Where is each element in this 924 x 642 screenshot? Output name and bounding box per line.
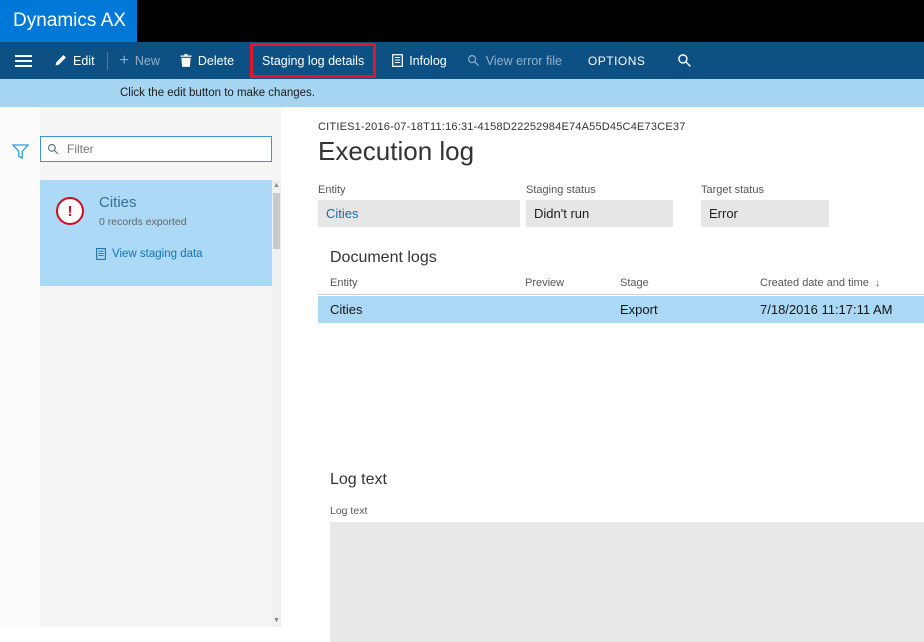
- edit-button-label: Edit: [73, 54, 95, 68]
- sidebar-scrollbar[interactable]: ▲ ▼: [272, 180, 281, 627]
- entity-card-title: Cities: [99, 194, 187, 211]
- cell-stage: Export: [620, 302, 760, 317]
- entity-field-value[interactable]: Cities: [318, 200, 520, 227]
- options-button-label: OPTIONS: [588, 54, 646, 68]
- entity-card-meta: Cities 0 records exported: [99, 194, 187, 228]
- action-bar: Edit + New Delete Staging log details In…: [0, 42, 924, 79]
- funnel-icon: [12, 147, 29, 162]
- log-text-section-title: Log text: [318, 471, 924, 489]
- document-log-row[interactable]: Cities Export 7/18/2016 11:17:11 AM: [318, 296, 924, 323]
- filter-box: [40, 136, 272, 162]
- target-status-value: Error: [701, 200, 829, 227]
- infolog-button[interactable]: Infolog: [382, 42, 457, 79]
- error-icon: !: [56, 197, 84, 225]
- filter-rail: [0, 107, 40, 627]
- column-header-created-label: Created date and time: [760, 277, 869, 289]
- target-status-label: Target status: [701, 184, 829, 196]
- sidebar-gap: [281, 107, 300, 627]
- sort-descending-icon: ↓: [875, 278, 880, 289]
- new-button-label: New: [135, 54, 160, 68]
- error-file-magnifier-icon: [467, 54, 480, 67]
- trash-icon: [180, 54, 192, 67]
- edit-button[interactable]: Edit: [44, 42, 105, 79]
- dynamics-ax-window: Dynamics AX Edit + New Delete Staging lo…: [0, 0, 924, 627]
- entity-card-subtitle: 0 records exported: [99, 216, 187, 228]
- entity-card-top: ! Cities 0 records exported: [56, 194, 262, 228]
- view-error-file-label: View error file: [486, 54, 562, 68]
- view-error-file-button: View error file: [457, 42, 572, 79]
- log-text-section: Log text Log text: [318, 471, 924, 642]
- notification-text: Click the edit button to make changes.: [120, 87, 315, 99]
- scroll-down-icon[interactable]: ▼: [272, 615, 281, 627]
- column-header-stage[interactable]: Stage: [620, 277, 760, 289]
- status-fields: Entity Cities Staging status Didn't run …: [318, 184, 924, 227]
- main-panel: CITIES1-2016-07-18T11:16:31-4158D2225298…: [300, 107, 924, 627]
- staging-data-document-icon: [96, 248, 106, 260]
- staging-status-label: Staging status: [526, 184, 673, 196]
- scrollbar-thumb[interactable]: [273, 193, 280, 249]
- entity-field-label: Entity: [318, 184, 520, 196]
- delete-button[interactable]: Delete: [170, 42, 244, 79]
- toolbar-separator: [107, 52, 108, 70]
- content-area: ! Cities 0 records exported View staging…: [0, 107, 924, 627]
- job-id: CITIES1-2016-07-18T11:16:31-4158D2225298…: [318, 121, 924, 133]
- new-button: + New: [110, 42, 170, 79]
- cell-created: 7/18/2016 11:17:11 AM: [760, 302, 924, 317]
- entity-card-cities[interactable]: ! Cities 0 records exported View staging…: [40, 180, 272, 286]
- view-staging-data-link[interactable]: View staging data: [96, 248, 262, 260]
- delete-button-label: Delete: [198, 54, 234, 68]
- pencil-icon: [54, 54, 67, 67]
- plus-icon: +: [120, 53, 129, 69]
- filter-search-icon: [47, 143, 59, 155]
- page-title: Execution log: [318, 136, 924, 167]
- staging-status-value: Didn't run: [526, 200, 673, 227]
- search-button[interactable]: [667, 42, 702, 79]
- infolog-document-icon: [392, 54, 403, 67]
- infolog-button-label: Infolog: [409, 54, 447, 68]
- document-logs-section: Document logs Entity Preview Stage Creat…: [318, 249, 924, 323]
- entity-field-group: Entity Cities: [318, 184, 520, 227]
- options-button[interactable]: OPTIONS: [578, 42, 656, 79]
- annotation-highlight-box: Staging log details: [250, 43, 376, 78]
- scroll-up-icon[interactable]: ▲: [272, 180, 281, 192]
- staging-status-field-group: Staging status Didn't run: [526, 184, 673, 227]
- column-header-created[interactable]: Created date and time ↓: [760, 277, 924, 289]
- column-header-entity[interactable]: Entity: [318, 277, 525, 289]
- staging-log-details-button[interactable]: Staging log details: [253, 46, 373, 75]
- notification-bar: Click the edit button to make changes.: [0, 79, 924, 107]
- hamburger-menu-button[interactable]: [6, 42, 40, 79]
- filter-input[interactable]: [65, 141, 265, 157]
- hamburger-icon: [15, 55, 32, 67]
- log-text-field-label: Log text: [330, 505, 924, 517]
- view-staging-data-label: View staging data: [112, 248, 203, 260]
- document-logs-header-row: Entity Preview Stage Created date and ti…: [318, 277, 924, 295]
- top-bar: Dynamics AX: [0, 0, 924, 42]
- entity-list-pane: ! Cities 0 records exported View staging…: [40, 107, 272, 627]
- cell-entity: Cities: [318, 302, 525, 317]
- staging-log-details-label: Staging log details: [262, 54, 364, 68]
- target-status-field-group: Target status Error: [701, 184, 829, 227]
- app-logo[interactable]: Dynamics AX: [0, 0, 137, 42]
- filter-pane-button[interactable]: [8, 142, 32, 164]
- sidebar: ! Cities 0 records exported View staging…: [0, 107, 300, 627]
- log-text-area: [330, 522, 924, 642]
- document-logs-title: Document logs: [318, 249, 924, 267]
- column-header-preview[interactable]: Preview: [525, 277, 620, 289]
- search-icon: [677, 53, 692, 68]
